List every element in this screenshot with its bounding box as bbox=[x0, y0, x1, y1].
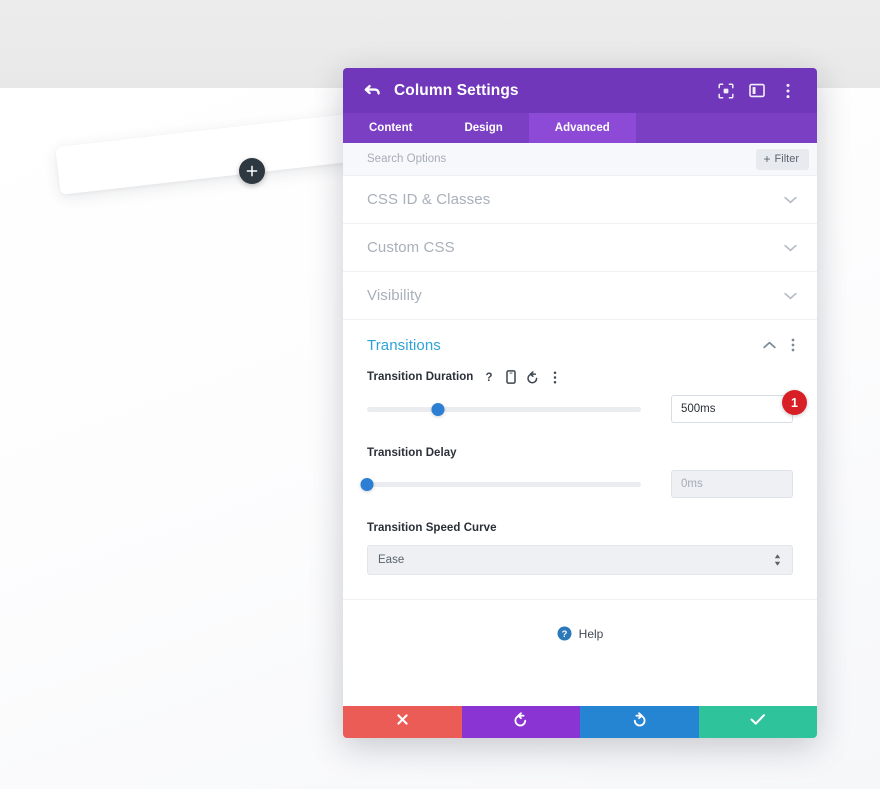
slider-track bbox=[367, 406, 641, 412]
transition-duration-input[interactable] bbox=[671, 395, 793, 423]
select-value: Ease bbox=[378, 554, 405, 566]
modal-title: Column Settings bbox=[394, 81, 519, 99]
accordion-title: Custom CSS bbox=[367, 239, 455, 256]
field-control-row bbox=[360, 470, 793, 498]
accordion-css-id-classes[interactable]: CSS ID & Classes bbox=[343, 176, 817, 224]
modal-header-tools bbox=[717, 82, 797, 100]
field-transition-delay: Transition Delay bbox=[343, 447, 817, 498]
field-label: Transition Duration bbox=[367, 371, 474, 383]
modal-header: Column Settings bbox=[343, 68, 817, 113]
plus-icon: + bbox=[763, 151, 771, 166]
redo-button[interactable] bbox=[580, 706, 699, 738]
field-spacer bbox=[343, 423, 817, 447]
accordion-title: CSS ID & Classes bbox=[367, 191, 491, 208]
close-x-icon bbox=[396, 713, 409, 731]
plus-icon bbox=[246, 165, 258, 177]
accordion-custom-css[interactable]: Custom CSS bbox=[343, 224, 817, 272]
field-control-row bbox=[367, 395, 793, 423]
save-button[interactable] bbox=[698, 706, 817, 738]
stepper-arrows-icon bbox=[772, 553, 782, 567]
field-label-row: Transition Delay bbox=[367, 447, 793, 459]
tab-design[interactable]: Design bbox=[438, 113, 528, 143]
vertical-dots-icon[interactable] bbox=[787, 338, 799, 352]
select-wrap: Ease bbox=[367, 545, 793, 575]
vertical-dots-icon[interactable] bbox=[779, 82, 797, 100]
filter-label: Filter bbox=[774, 152, 799, 165]
cancel-button[interactable] bbox=[343, 706, 462, 738]
modal-tabs: Content Design Advanced bbox=[343, 113, 817, 143]
transition-speed-curve-select[interactable]: Ease bbox=[367, 545, 793, 575]
svg-text:?: ? bbox=[485, 372, 492, 384]
section-header-icons bbox=[762, 338, 799, 352]
layout-columns-icon[interactable] bbox=[748, 82, 766, 100]
column-settings-modal: Column Settings Content Design Advanced … bbox=[343, 68, 817, 738]
help-row[interactable]: ? Help bbox=[343, 600, 817, 641]
help-circle-icon: ? bbox=[557, 626, 572, 641]
section-transitions-header[interactable]: Transitions bbox=[343, 320, 817, 370]
back-arrow-icon[interactable] bbox=[362, 81, 382, 101]
chevron-down-icon bbox=[783, 193, 797, 207]
slider-thumb[interactable] bbox=[360, 477, 374, 491]
accordion-title: Visibility bbox=[367, 287, 422, 304]
slider-track bbox=[367, 481, 641, 487]
transition-delay-input[interactable] bbox=[671, 470, 793, 498]
field-transition-duration: Transition Duration ? bbox=[343, 370, 817, 423]
filter-button[interactable]: + Filter bbox=[755, 148, 809, 170]
reset-undo-icon[interactable] bbox=[526, 370, 539, 384]
help-label: Help bbox=[578, 626, 604, 641]
accordion-visibility[interactable]: Visibility bbox=[343, 272, 817, 320]
section-title: Transitions bbox=[367, 336, 441, 354]
search-row: + Filter bbox=[343, 143, 817, 176]
focus-target-icon[interactable] bbox=[717, 82, 735, 100]
tab-content[interactable]: Content bbox=[343, 113, 438, 143]
section-transitions: Transitions Transition Duration ? 500ms … bbox=[343, 320, 817, 600]
svg-text:?: ? bbox=[561, 629, 567, 640]
transition-duration-slider[interactable] bbox=[367, 401, 641, 417]
modal-body: CSS ID & Classes Custom CSS Visibility T… bbox=[343, 176, 817, 706]
step-badge: 1 bbox=[782, 390, 807, 415]
undo-button[interactable] bbox=[461, 706, 580, 738]
chevron-up-icon[interactable] bbox=[762, 338, 776, 352]
undo-arrow-icon bbox=[513, 712, 528, 732]
mobile-device-icon[interactable] bbox=[504, 370, 517, 384]
add-module-button[interactable] bbox=[239, 158, 265, 184]
field-label-row: Transition Speed Curve bbox=[367, 522, 793, 534]
field-label: Transition Speed Curve bbox=[367, 522, 497, 534]
help-question-icon[interactable]: ? bbox=[482, 370, 495, 384]
transition-delay-slider[interactable] bbox=[360, 476, 641, 492]
tab-advanced[interactable]: Advanced bbox=[528, 113, 636, 143]
vertical-dots-icon[interactable] bbox=[548, 370, 561, 384]
field-spacer bbox=[343, 498, 817, 522]
checkmark-icon bbox=[750, 713, 766, 731]
field-label: Transition Delay bbox=[367, 447, 457, 459]
chevron-down-icon bbox=[783, 289, 797, 303]
modal-footer bbox=[343, 706, 817, 738]
redo-arrow-icon bbox=[632, 712, 647, 732]
field-transition-speed-curve: Transition Speed Curve Ease bbox=[343, 522, 817, 575]
chevron-down-icon bbox=[783, 241, 797, 255]
field-label-row: Transition Duration ? bbox=[367, 370, 793, 384]
slider-thumb[interactable] bbox=[431, 402, 445, 416]
search-input[interactable] bbox=[367, 153, 756, 165]
